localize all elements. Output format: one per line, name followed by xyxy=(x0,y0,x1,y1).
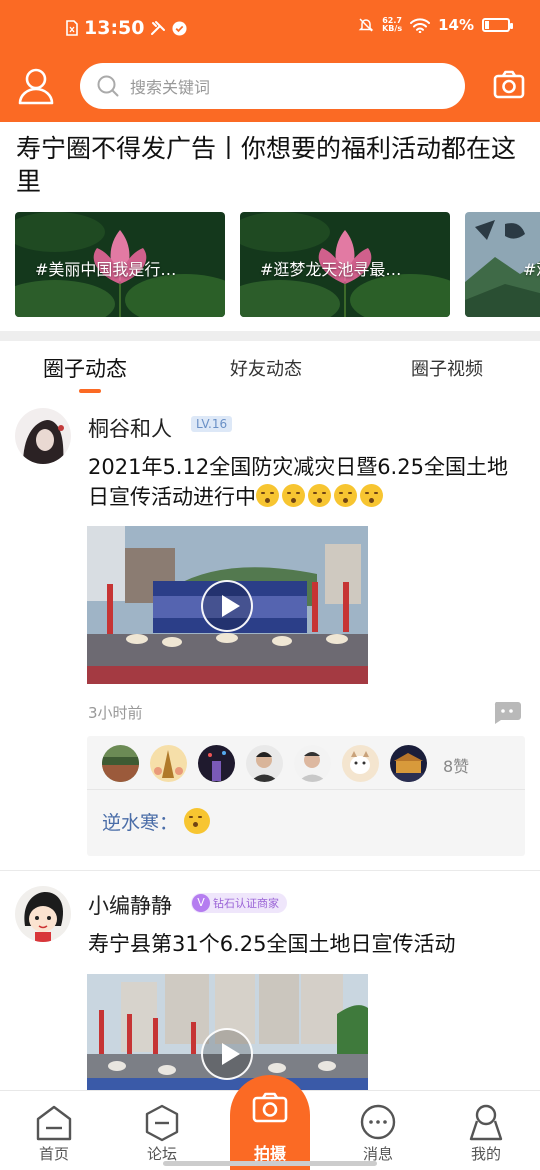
topic-label: #观 xyxy=(523,260,540,279)
wifi-icon xyxy=(410,17,431,33)
shushing-face-emoji xyxy=(256,484,279,507)
likes-divider xyxy=(87,789,525,790)
active-tab-indicator xyxy=(79,389,101,393)
tab-friends-feed[interactable]: 好友动态 xyxy=(230,355,302,381)
liker-avatar[interactable] xyxy=(342,745,379,782)
camera-icon xyxy=(252,1092,288,1123)
shushing-face-emoji xyxy=(334,484,357,507)
search-input[interactable]: 搜索关键词 xyxy=(80,63,465,109)
profile-icon[interactable] xyxy=(18,67,54,105)
tab-circle-video[interactable]: 圈子视频 xyxy=(411,355,483,381)
nav-item-home[interactable]: 首页 xyxy=(14,1091,94,1170)
post-text[interactable]: 2021年5.12全国防灾减灾日暨6.25全国土地日宣传活动进行中 xyxy=(88,452,518,512)
liker-avatar[interactable] xyxy=(246,745,283,782)
avatar[interactable] xyxy=(15,886,71,942)
liker-avatar[interactable] xyxy=(390,745,427,782)
home-indicator[interactable] xyxy=(163,1161,377,1166)
post-time: 3小时前 xyxy=(88,704,143,722)
comment-icon[interactable] xyxy=(492,700,522,724)
post-video[interactable] xyxy=(87,526,368,684)
shushing-face-emoji xyxy=(184,808,211,834)
nav-item-shoot[interactable]: 拍摄 xyxy=(230,1075,310,1170)
topic-card[interactable]: #美丽中国我是行… xyxy=(15,212,225,317)
shushing-face-emoji xyxy=(308,484,331,507)
check-circle-icon xyxy=(172,20,188,36)
topic-carousel[interactable]: #美丽中国我是行… #逛梦龙天池寻最… #观 xyxy=(15,212,540,317)
search-placeholder: 搜索关键词 xyxy=(130,78,211,97)
app-screen: 13:50 62.7 KB/s 14% 搜索关键词 寿宁圈不得发广告丨你想要的福… xyxy=(0,0,540,1170)
nav-item-messages[interactable]: 消息 xyxy=(338,1091,418,1170)
net-speed: 62.7 KB/s xyxy=(382,17,402,33)
tools-icon xyxy=(151,21,166,35)
merchant-badge: V 钻石认证商家 xyxy=(191,893,287,913)
top-header: 13:50 62.7 KB/s 14% 搜索关键词 xyxy=(0,0,540,122)
post-divider xyxy=(0,870,540,871)
topic-card[interactable]: #观 xyxy=(465,212,540,317)
likes-comments-box: 8赞 逆水寒： xyxy=(87,736,525,856)
comment-user[interactable]: 逆水寒 xyxy=(102,812,159,834)
comment-separator: ： xyxy=(159,812,179,834)
post-author[interactable]: 桐谷和人 xyxy=(88,413,172,443)
like-count: 8赞 xyxy=(443,757,470,776)
tab-circle-feed[interactable]: 圈子动态 xyxy=(43,353,127,383)
status-time-group: 13:50 xyxy=(66,17,188,39)
post-author[interactable]: 小编静静 xyxy=(88,890,172,920)
liker-avatar[interactable] xyxy=(150,745,187,782)
post-text[interactable]: 寿宁县第31个6.25全国土地日宣传活动 xyxy=(88,929,518,959)
net-speed-unit: KB/s xyxy=(382,24,403,33)
mute-bell-icon xyxy=(358,18,374,32)
nav-item-mine[interactable]: 我的 xyxy=(446,1091,526,1170)
section-divider xyxy=(0,331,540,341)
camera-icon[interactable] xyxy=(493,69,525,101)
liker-avatar[interactable] xyxy=(102,745,139,782)
comment-item[interactable]: 逆水寒： xyxy=(102,808,213,835)
forum-icon xyxy=(145,1104,179,1142)
topic-label: #逛梦龙天池寻最… xyxy=(260,260,402,279)
play-icon[interactable] xyxy=(201,580,253,632)
status-right-group: 62.7 KB/s 14% xyxy=(358,16,513,34)
topic-card[interactable]: #逛梦龙天池寻最… xyxy=(240,212,450,317)
avatar[interactable] xyxy=(15,408,71,464)
shushing-face-emoji xyxy=(360,484,383,507)
status-time: 13:50 xyxy=(84,17,145,39)
nav-item-forum[interactable]: 论坛 xyxy=(122,1091,202,1170)
nav-label: 我的 xyxy=(470,1145,501,1163)
profile-icon xyxy=(469,1104,503,1141)
merchant-badge-label: 钻石认证商家 xyxy=(213,897,279,910)
post-video[interactable] xyxy=(87,974,368,1090)
battery-percent: 14% xyxy=(438,16,474,34)
message-icon xyxy=(360,1104,396,1140)
verified-v-icon: V xyxy=(192,894,210,912)
home-icon xyxy=(36,1105,72,1141)
banner-title: 寿宁圈不得发广告丨你想要的福利活动都在这里 xyxy=(16,134,517,196)
nav-label: 首页 xyxy=(38,1145,69,1163)
liker-avatar[interactable] xyxy=(294,745,331,782)
liker-avatar[interactable] xyxy=(198,745,235,782)
sim-icon xyxy=(66,20,78,36)
search-icon xyxy=(97,75,119,97)
topic-label: #美丽中国我是行… xyxy=(35,260,177,279)
status-bar: 13:50 62.7 KB/s 14% xyxy=(0,0,540,58)
shushing-face-emoji xyxy=(282,484,305,507)
play-icon[interactable] xyxy=(201,1028,253,1080)
level-badge: LV.16 xyxy=(191,416,233,432)
battery-icon xyxy=(482,18,513,32)
